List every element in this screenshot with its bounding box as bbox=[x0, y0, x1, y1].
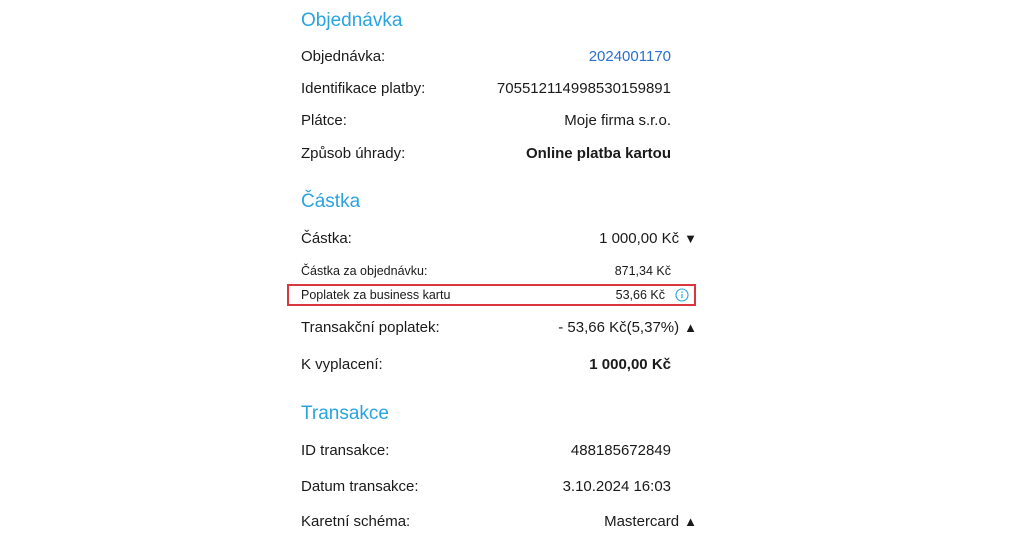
transaction-date-row: Datum transakce: 3.10.2024 16:03 bbox=[301, 477, 671, 497]
order-amount-value: 871,34 Kč bbox=[614, 264, 671, 278]
payer-value: Moje firma s.r.o. bbox=[564, 112, 671, 129]
card-scheme-value-group: Mastercard ▲ bbox=[604, 512, 697, 532]
transaction-id-label: ID transakce: bbox=[301, 442, 390, 459]
payer-row: Plátce: Moje firma s.r.o. bbox=[301, 111, 671, 131]
transaction-fee-label: Transakční poplatek: bbox=[301, 319, 440, 336]
transaction-fee-value-group: - 53,66 Kč(5,37%) ▲ bbox=[558, 318, 697, 338]
payout-label: K vyplacení: bbox=[301, 356, 383, 373]
amount-value-group: 1 000,00 Kč ▼ bbox=[599, 229, 697, 249]
order-number-label: Objednávka: bbox=[301, 48, 386, 65]
transaction-fee-row[interactable]: Transakční poplatek: - 53,66 Kč(5,37%) ▲ bbox=[301, 318, 697, 338]
order-section-title: Objednávka bbox=[301, 10, 403, 31]
transaction-date-label: Datum transakce: bbox=[301, 478, 419, 495]
payment-detail-page: Objednávka Objednávka: 2024001170 Identi… bbox=[0, 0, 1024, 549]
caret-up-icon[interactable]: ▲ bbox=[684, 512, 697, 532]
business-card-fee-highlight: Poplatek za business kartu 53,66 Kč bbox=[287, 284, 696, 306]
amount-value: 1 000,00 Kč bbox=[599, 230, 680, 247]
card-scheme-value: Mastercard bbox=[604, 513, 680, 530]
payment-id-row: Identifikace platby: 7055121149985301598… bbox=[301, 79, 671, 99]
order-number-link[interactable]: 2024001170 bbox=[589, 47, 671, 67]
payment-method-row: Způsob úhrady: Online platba kartou bbox=[301, 144, 671, 164]
amount-row[interactable]: Částka: 1 000,00 Kč ▼ bbox=[301, 229, 697, 249]
transaction-id-value: 488185672849 bbox=[570, 442, 671, 459]
payout-row: K vyplacení: 1 000,00 Kč bbox=[301, 355, 671, 375]
amount-section-title: Částka bbox=[301, 191, 361, 212]
order-amount-row: Částka za objednávku: 871,34 Kč bbox=[301, 261, 671, 281]
card-scheme-row[interactable]: Karetní schéma: Mastercard ▲ bbox=[301, 512, 697, 532]
card-scheme-label: Karetní schéma: bbox=[301, 513, 411, 530]
transaction-fee-value: - 53,66 Kč(5,37%) bbox=[558, 319, 680, 336]
payment-method-label: Způsob úhrady: bbox=[301, 145, 406, 162]
transaction-id-row: ID transakce: 488185672849 bbox=[301, 441, 671, 461]
order-amount-label: Částka za objednávku: bbox=[301, 264, 428, 278]
payment-id-value: 705512114998530159891 bbox=[496, 80, 671, 97]
info-icon[interactable] bbox=[675, 288, 689, 302]
caret-up-icon[interactable]: ▲ bbox=[684, 318, 697, 338]
business-card-fee-value: 53,66 Kč bbox=[615, 288, 665, 302]
order-number-row: Objednávka: 2024001170 bbox=[301, 47, 671, 67]
transaction-section-title: Transakce bbox=[301, 403, 389, 424]
payment-method-value: Online platba kartou bbox=[525, 145, 671, 162]
payout-value: 1 000,00 Kč bbox=[589, 356, 671, 373]
transaction-date-value: 3.10.2024 16:03 bbox=[562, 478, 671, 495]
business-card-fee-label: Poplatek za business kartu bbox=[301, 288, 451, 302]
payment-id-label: Identifikace platby: bbox=[301, 80, 426, 97]
caret-down-icon[interactable]: ▼ bbox=[684, 229, 697, 249]
payer-label: Plátce: bbox=[301, 112, 347, 129]
amount-label: Částka: bbox=[301, 230, 352, 247]
